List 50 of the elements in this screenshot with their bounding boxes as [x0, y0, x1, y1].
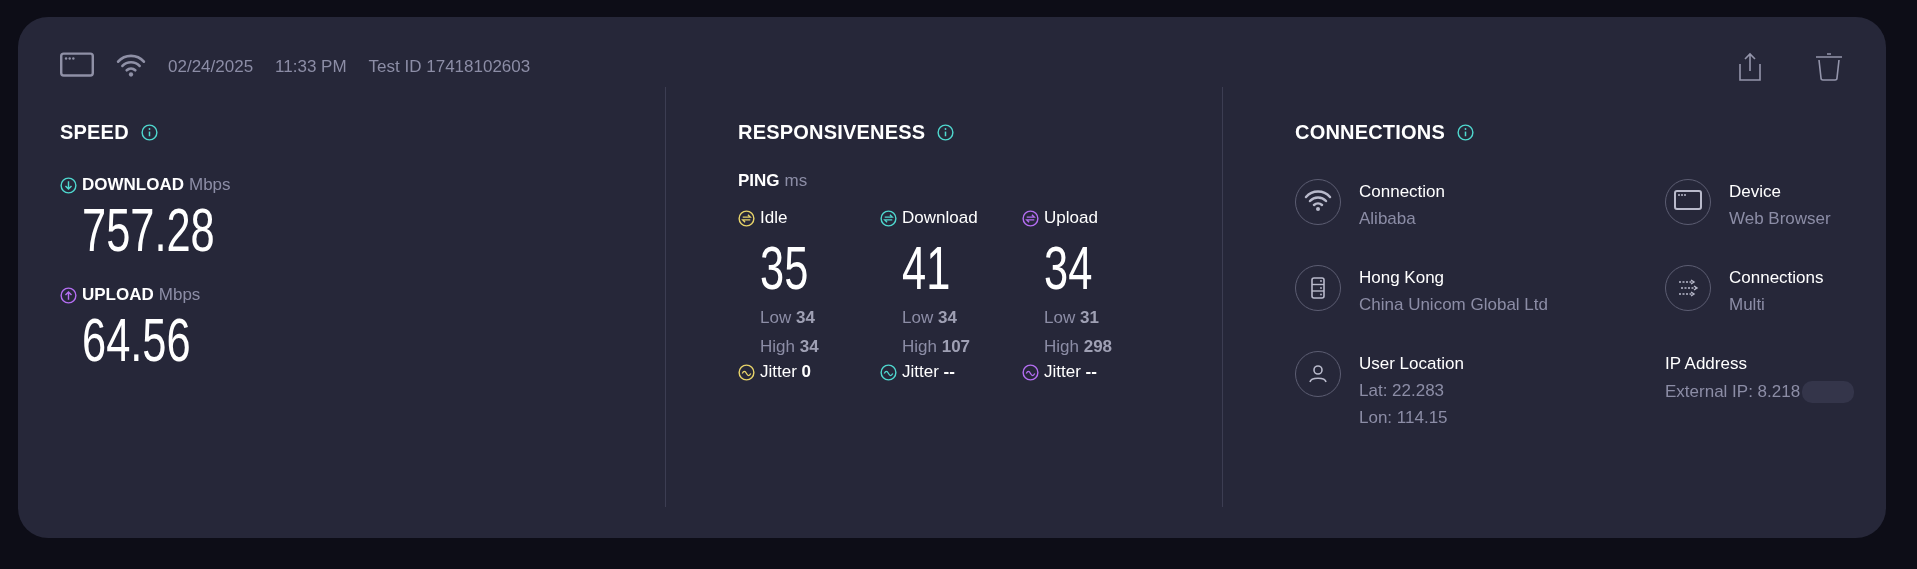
jitter-wave-icon: [738, 363, 755, 381]
unit-label: Mbps: [158, 285, 201, 305]
metric-label: UPLOAD: [82, 285, 154, 305]
ping-phase-label: Download: [902, 208, 978, 228]
ping-phase-label: Upload: [1044, 208, 1098, 228]
connection-label: Device: [1729, 182, 1782, 202]
test-time: 11:33 PM: [275, 57, 347, 77]
unit-label: ms: [784, 171, 808, 191]
test-date: 02/24/2025: [168, 57, 254, 77]
info-icon: [937, 123, 955, 141]
section-title: SPEED: [60, 120, 129, 144]
section-title: CONNECTIONS: [1295, 120, 1445, 144]
unit-label: Mbps: [189, 175, 231, 195]
connection-label: Connection: [1359, 182, 1445, 202]
ping-value: 35: [760, 237, 809, 299]
jitter-value: Jitter --: [1044, 362, 1097, 382]
speed-value: 757.28: [82, 199, 215, 261]
ping-low: Low 31: [1044, 307, 1100, 329]
ping-phase-label: Idle: [760, 208, 788, 228]
connection-label: Connections: [1729, 268, 1824, 288]
metric-label: DOWNLOAD: [82, 175, 184, 195]
ping-high: High 107: [902, 336, 972, 358]
ping-high: High 34: [760, 336, 820, 358]
ping-high: High 298: [1044, 336, 1114, 358]
connection-label: Hong Kong: [1359, 268, 1446, 288]
connection-detail: China Unicom Global Ltd: [1359, 295, 1548, 315]
connection-detail: Web Browser: [1729, 209, 1831, 229]
ping-low: Low 34: [760, 307, 816, 329]
section-title: RESPONSIVENESS: [738, 120, 926, 144]
jitter-value: Jitter 0: [760, 362, 812, 382]
delete-button[interactable]: [1814, 52, 1844, 82]
speed-value: 64.56: [82, 309, 191, 371]
connection-detail: External IP: 8.218: [1665, 382, 1801, 402]
jitter-value: Jitter --: [902, 362, 955, 382]
connection-detail: Multi: [1729, 295, 1766, 315]
jitter-wave-icon: [1022, 363, 1039, 381]
connection-detail: Lat: 22.283: [1359, 381, 1446, 401]
share-button[interactable]: [1738, 52, 1762, 82]
connection-label: IP Address: [1665, 354, 1748, 374]
info-icon: [1457, 123, 1474, 141]
test-id: Test ID 17418102603: [368, 57, 531, 77]
connection-detail: Lon: 114.15: [1359, 408, 1449, 428]
connection-label: User Location: [1359, 354, 1464, 374]
connection-detail: Alibaba: [1359, 209, 1417, 229]
info-icon: [140, 123, 158, 141]
jitter-wave-icon: [880, 363, 897, 381]
ping-low: Low 34: [902, 307, 958, 329]
metric-label: PING: [738, 171, 780, 191]
ping-value: 34: [1044, 237, 1093, 299]
ping-value: 41: [902, 237, 951, 299]
